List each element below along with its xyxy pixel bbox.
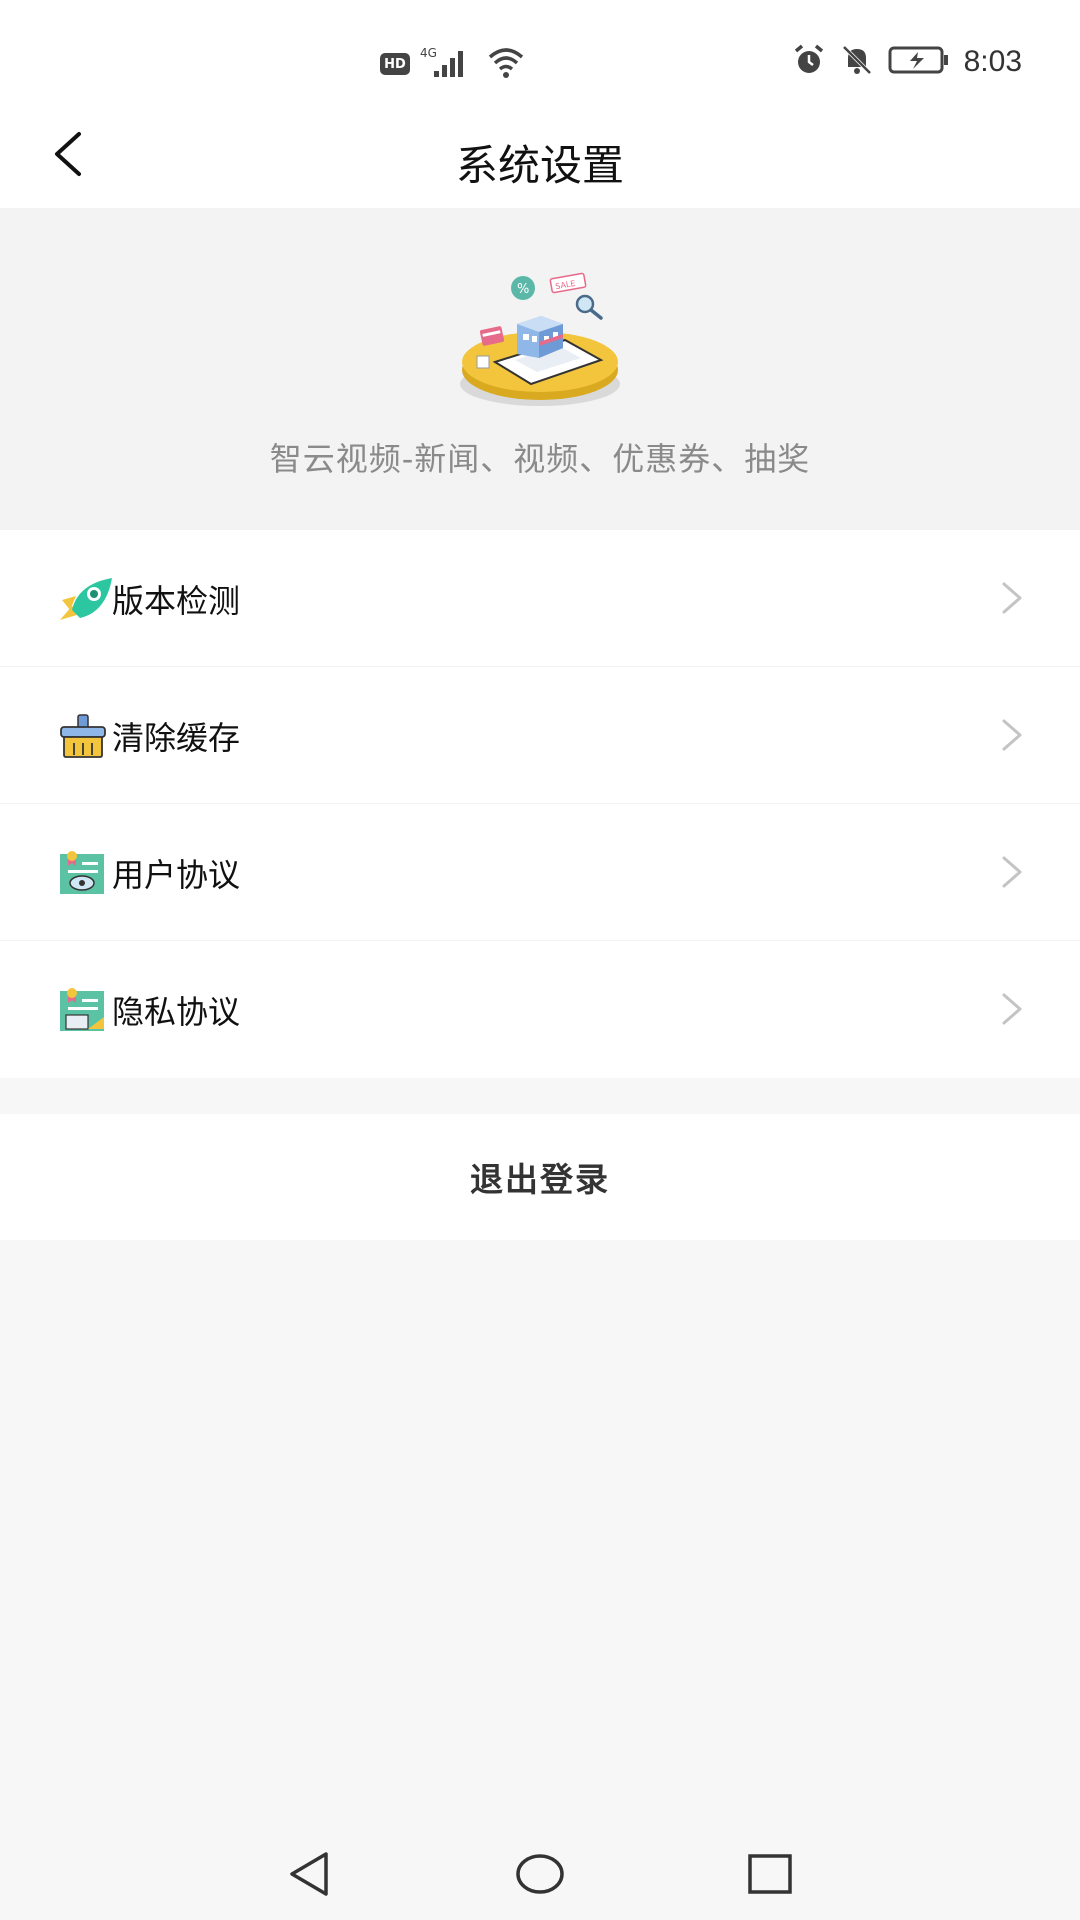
wifi-icon <box>486 45 526 83</box>
rocket-icon <box>58 576 112 622</box>
clock: 8:03 <box>963 45 1022 78</box>
hd-badge: HD <box>380 53 410 75</box>
app-hero: % SALE 智云视频-新闻、视频、优惠券、抽奖 <box>0 208 1080 530</box>
nav-recents-icon[interactable] <box>742 1846 798 1902</box>
alarm-icon <box>792 43 826 81</box>
status-bar: HD 4G 8:03 <box>0 0 1080 104</box>
network-indicators: HD 4G <box>380 44 526 84</box>
mute-icon <box>840 43 874 81</box>
logout-button[interactable]: 退出登录 <box>470 1153 610 1201</box>
svg-text:%: % <box>517 282 529 297</box>
menu-label-version-check: 版本检测 <box>112 582 241 620</box>
shop-illustration-icon: % SALE <box>455 266 625 416</box>
title-bar: 系统设置 <box>0 104 1080 208</box>
menu-label-privacy-agreement: 隐私协议 <box>112 993 241 1031</box>
chevron-right-icon <box>1000 717 1024 753</box>
menu-label-clear-cache: 清除缓存 <box>112 719 241 757</box>
nav-back-icon[interactable] <box>282 1846 338 1902</box>
user-agreement-icon <box>58 850 108 896</box>
app-tagline: 智云视频-新闻、视频、优惠券、抽奖 <box>269 440 811 478</box>
menu-label-user-agreement: 用户协议 <box>112 856 241 894</box>
system-nav-bar <box>0 1826 1080 1920</box>
network-type-text: 4G <box>420 46 437 60</box>
menu-item-version-check[interactable]: 版本检测 <box>0 530 1080 667</box>
chevron-right-icon <box>1000 580 1024 616</box>
chevron-right-icon <box>1000 991 1024 1027</box>
broom-icon <box>58 713 108 759</box>
logout-area: 退出登录 <box>0 1114 1080 1240</box>
settings-menu: 版本检测 清除缓存 用户协议 隐私协议 <box>0 530 1080 1078</box>
page-title: 系统设置 <box>455 141 624 190</box>
chevron-right-icon <box>1000 854 1024 890</box>
privacy-agreement-icon <box>58 987 108 1033</box>
nav-home-icon[interactable] <box>512 1846 568 1902</box>
system-indicators: 8:03 <box>792 40 1022 84</box>
menu-item-clear-cache[interactable]: 清除缓存 <box>0 667 1080 804</box>
signal-icon: 4G <box>420 45 476 83</box>
battery-icon <box>888 45 950 79</box>
menu-item-user-agreement[interactable]: 用户协议 <box>0 804 1080 941</box>
menu-item-privacy-agreement[interactable]: 隐私协议 <box>0 941 1080 1078</box>
